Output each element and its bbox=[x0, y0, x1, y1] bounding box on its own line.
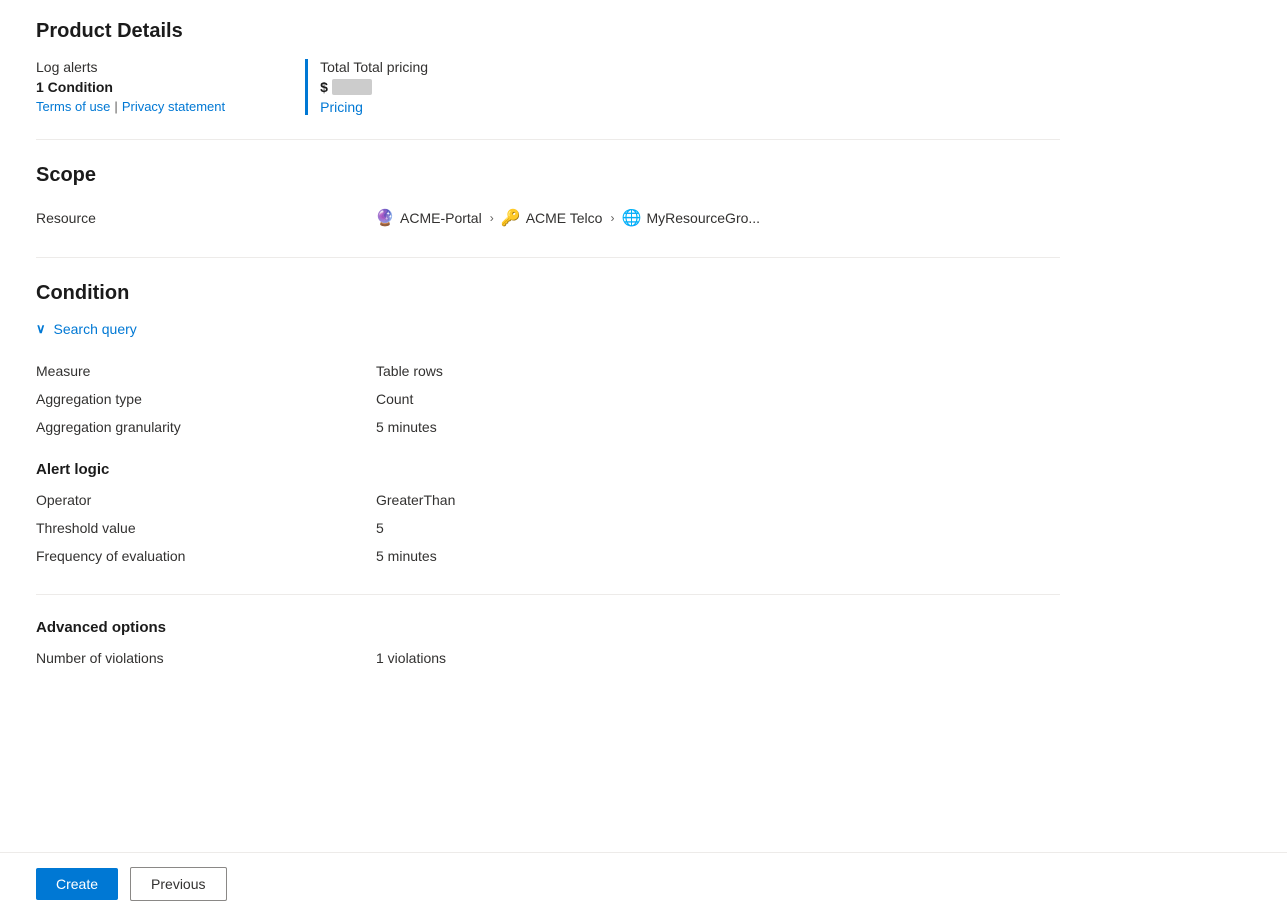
threshold-value: 5 bbox=[376, 520, 384, 536]
search-query-label: Search query bbox=[54, 321, 137, 337]
scope-title: Scope bbox=[36, 164, 1060, 187]
advanced-options-title: Advanced options bbox=[36, 619, 1060, 636]
total-pricing-label: Total Total pricing bbox=[320, 59, 428, 75]
aggregation-type-row: Aggregation type Count bbox=[36, 385, 1060, 413]
divider-1 bbox=[36, 139, 1060, 140]
measure-label: Measure bbox=[36, 363, 376, 379]
num-violations-row: Number of violations 1 violations bbox=[36, 644, 1060, 672]
terms-of-use-link[interactable]: Terms of use bbox=[36, 99, 110, 114]
search-query-row[interactable]: ∨ Search query bbox=[36, 321, 1060, 337]
measure-row: Measure Table rows bbox=[36, 357, 1060, 385]
chevron-right-1: › bbox=[490, 211, 494, 225]
acme-portal-icon: 🔮 bbox=[376, 209, 394, 227]
previous-button[interactable]: Previous bbox=[130, 867, 226, 901]
aggregation-granularity-value: 5 minutes bbox=[376, 419, 437, 435]
aggregation-type-label: Aggregation type bbox=[36, 391, 376, 407]
divider-3 bbox=[36, 594, 1060, 595]
aggregation-type-value: Count bbox=[376, 391, 413, 407]
threshold-row: Threshold value 5 bbox=[36, 514, 1060, 542]
resource-label: Resource bbox=[36, 210, 376, 226]
frequency-row: Frequency of evaluation 5 minutes bbox=[36, 542, 1060, 570]
divider-2 bbox=[36, 257, 1060, 258]
frequency-label: Frequency of evaluation bbox=[36, 548, 376, 564]
operator-label: Operator bbox=[36, 492, 376, 508]
acme-portal-label: ACME-Portal bbox=[400, 210, 482, 226]
acme-telco-icon: 🔑 bbox=[502, 209, 520, 227]
resource-item-2: 🌐 MyResourceGro... bbox=[622, 209, 760, 227]
product-details-title: Product Details bbox=[36, 20, 1060, 43]
operator-row: Operator GreaterThan bbox=[36, 486, 1060, 514]
resource-chain: 🔮 ACME-Portal › 🔑 ACME Telco › 🌐 MyResou… bbox=[376, 209, 760, 227]
chevron-down-icon: ∨ bbox=[36, 321, 46, 337]
operator-value: GreaterThan bbox=[376, 492, 455, 508]
chevron-right-2: › bbox=[610, 211, 614, 225]
condition-count: 1 Condition bbox=[36, 79, 225, 95]
resource-item-0: 🔮 ACME-Portal bbox=[376, 209, 482, 227]
alert-logic-title: Alert logic bbox=[36, 461, 1060, 478]
aggregation-granularity-label: Aggregation granularity bbox=[36, 419, 376, 435]
acme-telco-label: ACME Telco bbox=[526, 210, 603, 226]
condition-title: Condition bbox=[36, 282, 1060, 305]
create-button[interactable]: Create bbox=[36, 868, 118, 900]
resource-item-1: 🔑 ACME Telco bbox=[502, 209, 603, 227]
my-resource-group-label: MyResourceGro... bbox=[646, 210, 760, 226]
threshold-label: Threshold value bbox=[36, 520, 376, 536]
measure-value: Table rows bbox=[376, 363, 443, 379]
bottom-bar: Create Previous bbox=[0, 852, 1287, 915]
resource-row: Resource 🔮 ACME-Portal › 🔑 ACME Telco › … bbox=[36, 203, 1060, 233]
my-resource-group-icon: 🌐 bbox=[622, 209, 640, 227]
aggregation-granularity-row: Aggregation granularity 5 minutes bbox=[36, 413, 1060, 441]
price-display: $ bbox=[320, 79, 428, 95]
num-violations-value: 1 violations bbox=[376, 650, 446, 666]
link-separator: | bbox=[114, 99, 117, 114]
price-value-blurred bbox=[332, 79, 372, 95]
pricing-link[interactable]: Pricing bbox=[320, 99, 363, 115]
frequency-value: 5 minutes bbox=[376, 548, 437, 564]
num-violations-label: Number of violations bbox=[36, 650, 376, 666]
log-alerts-label: Log alerts bbox=[36, 59, 225, 75]
privacy-statement-link[interactable]: Privacy statement bbox=[122, 99, 225, 114]
price-symbol: $ bbox=[320, 79, 328, 95]
